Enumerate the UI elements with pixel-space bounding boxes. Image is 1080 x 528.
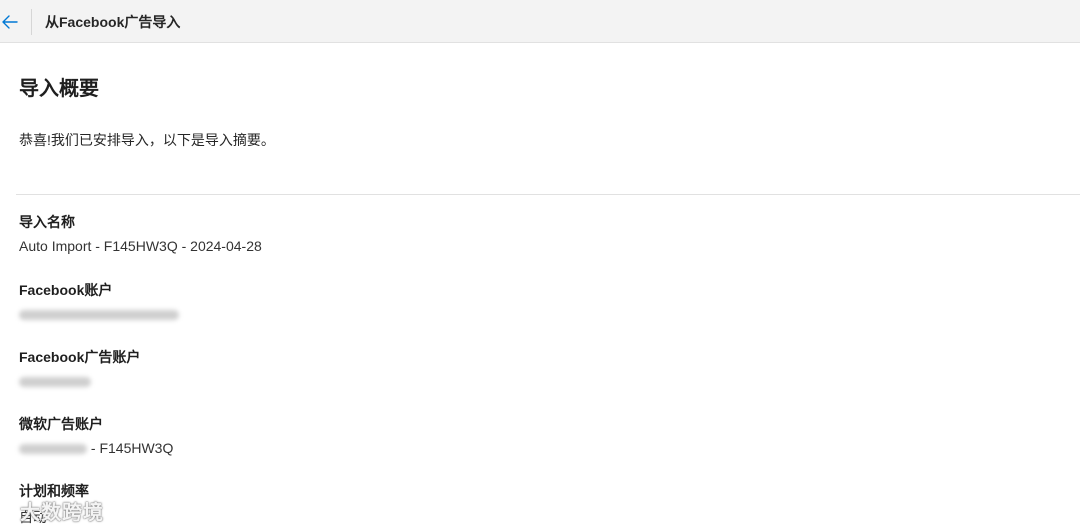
microsoft-ad-account-label: 微软广告账户: [19, 416, 103, 432]
facebook-account-value: [19, 306, 179, 322]
watermark: 大数跨境: [20, 502, 104, 524]
import-name-label: 导入名称: [19, 214, 75, 230]
microsoft-ad-account-value: - F145HW3Q: [19, 440, 173, 456]
header-title: 从Facebook广告导入: [45, 14, 181, 30]
redacted-value: [19, 377, 91, 388]
microsoft-ad-account-suffix: - F145HW3Q: [90, 440, 174, 456]
section-divider: [16, 194, 1080, 195]
redacted-value: [19, 444, 87, 455]
facebook-ad-account-value: [19, 373, 91, 389]
page-title: 导入概要: [19, 78, 99, 100]
arrow-left-icon: [2, 15, 18, 29]
back-button[interactable]: [0, 8, 22, 36]
header-divider: [31, 9, 32, 35]
facebook-account-label: Facebook账户: [19, 282, 113, 298]
facebook-ad-account-label: Facebook广告账户: [19, 349, 141, 365]
redacted-value: [19, 310, 179, 321]
intro-text: 恭喜!我们已安排导入，以下是导入摘要。: [19, 132, 275, 148]
import-name-value: Auto Import - F145HW3Q - 2024-04-28: [19, 238, 262, 254]
header-bar: 从Facebook广告导入: [0, 0, 1080, 43]
